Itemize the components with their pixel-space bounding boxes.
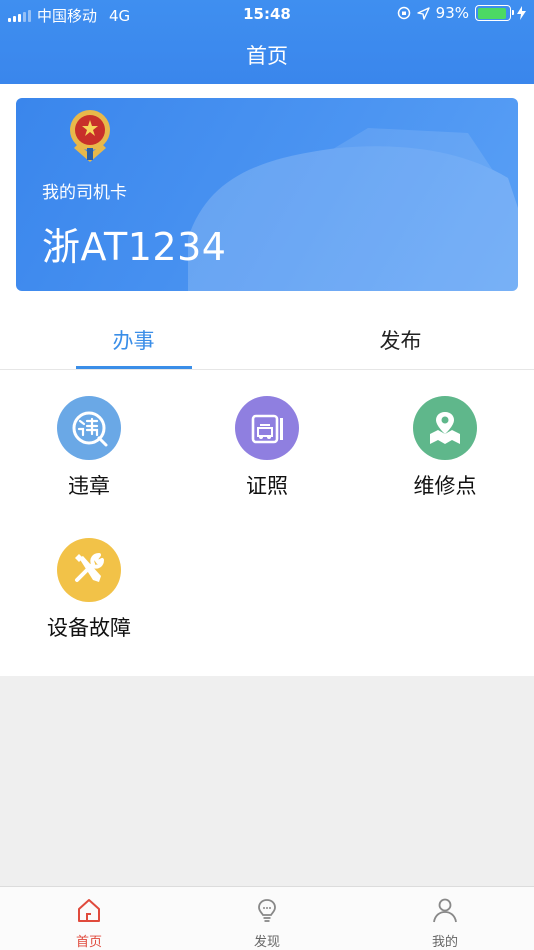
main-content: 我的司机卡 浙AT1234 办事 发布 违章 证照 维修点 设备故障 xyxy=(0,84,534,676)
service-violation[interactable]: 违章 xyxy=(0,396,178,500)
service-label: 证照 xyxy=(246,474,288,498)
service-equipment-fault[interactable]: 设备故障 xyxy=(0,538,178,642)
bottom-nav: 首页 发现 我的 xyxy=(0,886,534,950)
service-label: 维修点 xyxy=(413,474,477,498)
nav-home[interactable]: 首页 xyxy=(0,897,178,950)
nav-label: 首页 xyxy=(75,935,102,950)
active-tab-indicator xyxy=(76,366,192,369)
home-icon xyxy=(78,899,100,922)
status-bar: 中国移动 4G 15:48 93% xyxy=(0,0,534,28)
nav-label: 发现 xyxy=(253,935,280,950)
page-title: 首页 xyxy=(246,44,288,68)
tab-business[interactable]: 办事 xyxy=(0,310,267,370)
violation-icon xyxy=(57,396,121,460)
battery-icon xyxy=(475,5,514,21)
service-license[interactable]: 证照 xyxy=(178,396,356,500)
lightbulb-icon xyxy=(258,899,276,922)
service-label: 违章 xyxy=(68,474,110,498)
tab-label: 发布 xyxy=(379,329,422,353)
license-plate: 浙AT1234 xyxy=(42,225,227,269)
nav-mine[interactable]: 我的 xyxy=(356,897,534,950)
tab-publish[interactable]: 发布 xyxy=(267,310,534,370)
nav-label: 我的 xyxy=(431,935,458,950)
tab-label: 办事 xyxy=(112,329,155,353)
user-icon xyxy=(433,898,457,923)
service-repair-location[interactable]: 维修点 xyxy=(356,396,534,500)
tab-bar: 办事 发布 xyxy=(0,310,534,370)
license-icon xyxy=(235,396,299,460)
nav-discover[interactable]: 发现 xyxy=(178,897,356,950)
tools-icon xyxy=(57,538,121,602)
driver-card[interactable]: 我的司机卡 浙AT1234 xyxy=(16,98,518,291)
battery-percent: 93% xyxy=(435,4,469,22)
top-bar: 中国移动 4G 15:48 93% 首页 xyxy=(0,0,534,84)
card-caption: 我的司机卡 xyxy=(42,183,127,203)
national-emblem-icon xyxy=(70,110,110,162)
location-arrow-icon xyxy=(416,6,430,20)
repair-location-icon xyxy=(413,396,477,460)
service-label: 设备故障 xyxy=(47,616,131,640)
orientation-lock-icon xyxy=(397,6,410,20)
charging-icon xyxy=(517,6,526,20)
